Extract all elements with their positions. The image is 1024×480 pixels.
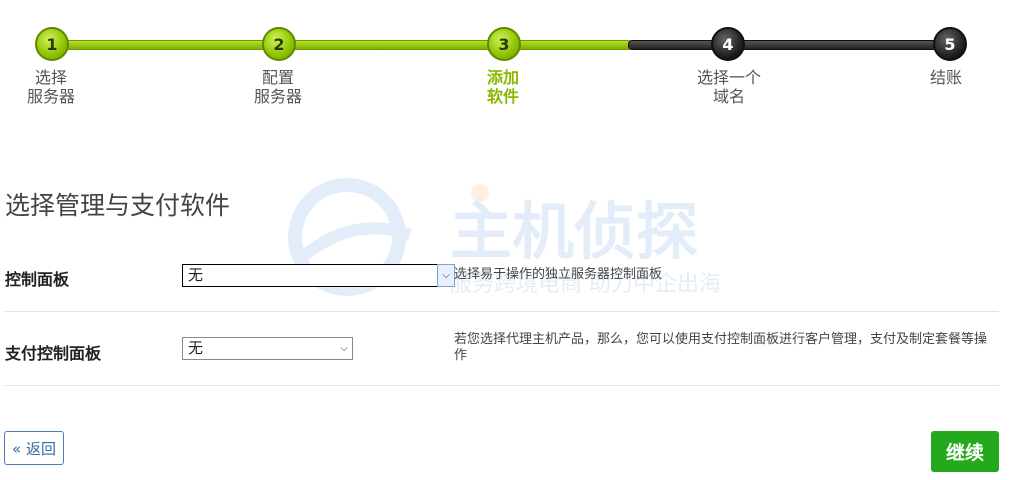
step-4-number: 4 [722, 34, 734, 54]
row-divider [5, 311, 999, 312]
step-2-number: 2 [273, 34, 285, 54]
step-2-circle: 2 [262, 27, 296, 61]
step-1-number: 1 [46, 34, 58, 54]
progress-track-completed [52, 40, 632, 50]
row-divider [5, 385, 999, 386]
billing-panel-help: 若您选择代理主机产品，那么，您可以使用支付控制面板进行客户管理，支付及制定套餐等… [454, 332, 988, 363]
continue-button[interactable]: 继续 [931, 431, 999, 472]
control-panel-help: 选择易于操作的独立服务器控制面板 [454, 267, 663, 282]
step-1-circle: 1 [35, 27, 69, 61]
control-panel-label: 控制面板 [5, 270, 70, 289]
step-5-label: 结账 [929, 68, 962, 87]
step-2-label: 配置 服务器 [253, 68, 302, 106]
step-3-circle: 3 [487, 27, 521, 61]
progress-stepper: 1 2 3 4 5 选择 服务器 配置 服务器 添加 软件 选择一个 域名 结账 [0, 0, 1024, 120]
chevron-down-icon[interactable]: ⌵ [437, 264, 455, 287]
step-5-circle: 5 [933, 27, 967, 61]
control-panel-select[interactable]: 无 ⌵ [182, 264, 455, 287]
billing-panel-select[interactable]: 无 ⌵ [182, 337, 353, 360]
control-panel-select-value: 无 [188, 266, 204, 284]
step-1-label: 选择 服务器 [26, 68, 75, 106]
billing-panel-label: 支付控制面板 [5, 344, 102, 363]
chevron-down-icon[interactable]: ⌵ [336, 338, 352, 359]
step-3-number: 3 [498, 34, 510, 54]
back-button[interactable]: « 返回 [4, 431, 64, 465]
step-4-circle: 4 [711, 27, 745, 61]
step-5-number: 5 [944, 34, 956, 54]
section-title: 选择管理与支付软件 [5, 191, 231, 220]
billing-panel-row: 支付控制面板 无 ⌵ 若您选择代理主机产品，那么，您可以使用支付控制面板进行客户… [5, 330, 999, 387]
step-3-label: 添加 软件 [486, 68, 519, 106]
step-4-label: 选择一个 域名 [696, 68, 761, 106]
billing-panel-select-value: 无 [188, 339, 204, 357]
control-panel-row: 控制面板 无 ⌵ 选择易于操作的独立服务器控制面板 [5, 255, 999, 312]
progress-track-remaining [628, 40, 954, 50]
